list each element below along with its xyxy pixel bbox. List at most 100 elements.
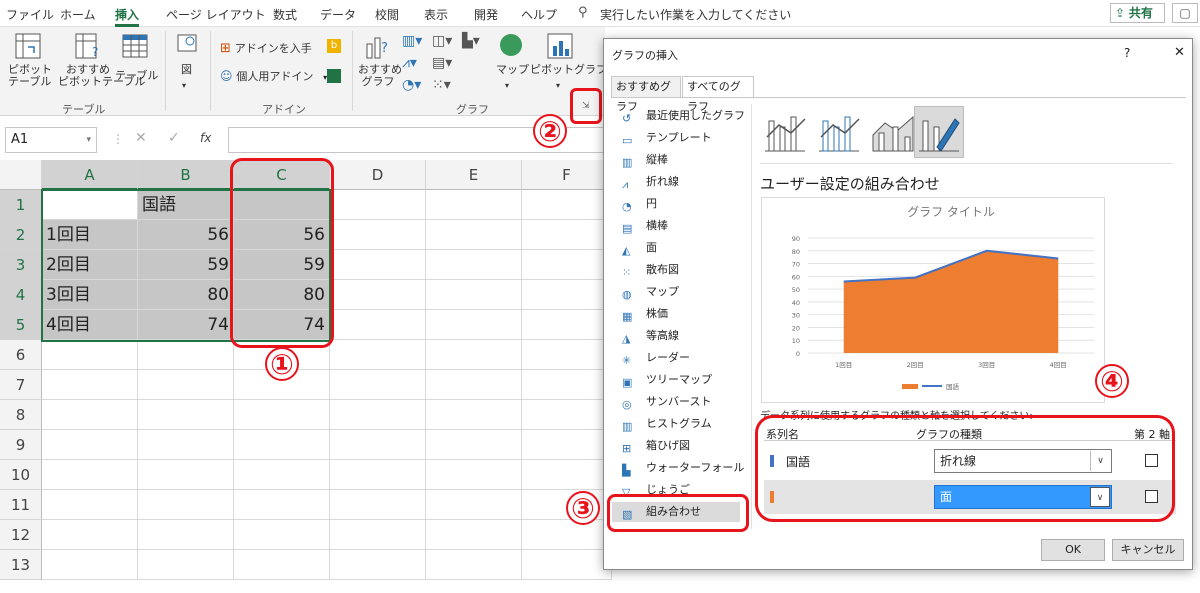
cell[interactable] (42, 490, 138, 520)
cell[interactable] (426, 190, 522, 220)
cell[interactable] (330, 220, 426, 250)
comments-icon[interactable]: ▢ (1172, 3, 1198, 23)
cell[interactable] (138, 550, 234, 580)
cell[interactable] (138, 520, 234, 550)
cell[interactable] (426, 520, 522, 550)
row-header[interactable]: 9 (0, 430, 42, 460)
chart-type-item[interactable]: ▥ ヒストグラム (622, 414, 712, 434)
chart-type-item[interactable]: ▭ テンプレート (622, 128, 712, 148)
cell[interactable] (138, 340, 234, 370)
statistic-chart-icon[interactable]: ▤▾ (432, 55, 452, 71)
cell[interactable] (42, 370, 138, 400)
row-header[interactable]: 12 (0, 520, 42, 550)
cell[interactable] (426, 370, 522, 400)
cell[interactable] (426, 550, 522, 580)
cell[interactable] (42, 340, 138, 370)
cell[interactable] (234, 430, 330, 460)
chart-type-item[interactable]: ▙ ウォーターフォール (622, 458, 744, 478)
waterfall-chart-icon[interactable]: ▙▾ (462, 33, 480, 49)
column-chart-icon[interactable]: ▥▾ (402, 33, 422, 49)
cell[interactable] (234, 490, 330, 520)
cell[interactable] (330, 250, 426, 280)
cell[interactable] (330, 310, 426, 340)
row-header[interactable]: 11 (0, 490, 42, 520)
row-header[interactable]: 8 (0, 400, 42, 430)
chart-type-item[interactable]: ✳ レーダー (622, 348, 690, 368)
cell[interactable] (330, 460, 426, 490)
chart-type-item[interactable]: ◮ 等高線 (622, 326, 679, 346)
cell-a[interactable]: 2回目 (42, 250, 138, 280)
cell[interactable] (426, 400, 522, 430)
tab-recommended[interactable]: おすすめグラフ (611, 76, 681, 113)
combo-thumb-clustered-line[interactable] (760, 106, 810, 158)
cell[interactable] (426, 310, 522, 340)
cell[interactable] (234, 550, 330, 580)
row-header[interactable]: 3 (0, 250, 42, 280)
cell[interactable] (138, 490, 234, 520)
cell[interactable] (330, 340, 426, 370)
chart-type-item[interactable]: ▤ 横棒 (622, 216, 668, 236)
recommended-pivot-button[interactable]: ? おすすめ ピボットテーブル (58, 32, 145, 100)
cell-a1[interactable] (42, 190, 138, 220)
chart-type-item[interactable]: ⊞ 箱ひげ図 (622, 436, 690, 456)
hierarchy-chart-icon[interactable]: ◫▾ (432, 33, 452, 49)
row-header[interactable]: 6 (0, 340, 42, 370)
cell[interactable] (522, 400, 612, 430)
column-header[interactable]: B (138, 160, 234, 190)
cell[interactable] (42, 400, 138, 430)
cell[interactable] (138, 370, 234, 400)
row-header[interactable]: 4 (0, 280, 42, 310)
column-header[interactable]: E (426, 160, 522, 190)
cell[interactable] (330, 370, 426, 400)
row-header[interactable]: 5 (0, 310, 42, 340)
scatter-chart-icon[interactable]: ⁙▾ (432, 77, 451, 93)
maps-button[interactable]: マップ ▾ (496, 32, 529, 100)
cell[interactable] (330, 550, 426, 580)
name-box[interactable]: A1 ▾ (5, 127, 97, 153)
cell[interactable] (234, 460, 330, 490)
cell[interactable] (234, 520, 330, 550)
cell[interactable] (42, 460, 138, 490)
cell-a[interactable]: 1回目 (42, 220, 138, 250)
row-header[interactable]: 10 (0, 460, 42, 490)
insert-function-icon[interactable]: fx (200, 131, 211, 145)
cell[interactable] (522, 190, 612, 220)
chart-type-item[interactable]: ⩘ 折れ線 (622, 172, 679, 192)
cell[interactable] (522, 220, 612, 250)
combo-thumb-stacked-area[interactable] (868, 106, 918, 158)
cell[interactable] (426, 340, 522, 370)
menu-data[interactable]: データ (320, 6, 356, 23)
menu-review[interactable]: 校閲 (375, 6, 399, 23)
cell[interactable] (426, 460, 522, 490)
cell-a[interactable]: 4回目 (42, 310, 138, 340)
row-header[interactable]: 7 (0, 370, 42, 400)
chart-type-item[interactable]: ◍ マップ (622, 282, 679, 302)
cell[interactable] (42, 430, 138, 460)
ok-button[interactable]: OK (1041, 539, 1105, 561)
cell[interactable] (522, 550, 612, 580)
table-button[interactable]: テーブル (115, 32, 158, 100)
lightbulb-search-icon[interactable]: ⚲ (578, 5, 588, 20)
menu-insert[interactable]: 挿入 (115, 6, 140, 27)
cell[interactable] (426, 490, 522, 520)
get-addins-button[interactable]: ⊞ アドインを入手 (220, 41, 312, 59)
line-chart-icon[interactable]: ⩘▾ (402, 55, 417, 71)
cell[interactable] (330, 520, 426, 550)
illustrations-button[interactable]: 図 ▾ (173, 32, 201, 92)
cell[interactable] (42, 520, 138, 550)
cell[interactable] (138, 460, 234, 490)
cell[interactable] (234, 400, 330, 430)
menu-view[interactable]: 表示 (424, 6, 448, 23)
row-header[interactable]: 2 (0, 220, 42, 250)
cell[interactable] (42, 550, 138, 580)
menu-page-layout[interactable]: ページ レイアウト (166, 6, 266, 23)
tab-all-charts[interactable]: すべてのグラフ (682, 76, 754, 113)
pivot-table-button[interactable]: ピボット テーブル (8, 32, 52, 100)
chart-type-item[interactable]: ◭ 面 (622, 238, 657, 258)
menu-file[interactable]: ファイル (6, 6, 54, 23)
bing-icon[interactable]: b (327, 39, 341, 53)
cell[interactable] (426, 430, 522, 460)
cell[interactable] (522, 520, 612, 550)
help-button[interactable]: ? (1124, 46, 1130, 60)
cell[interactable] (138, 400, 234, 430)
